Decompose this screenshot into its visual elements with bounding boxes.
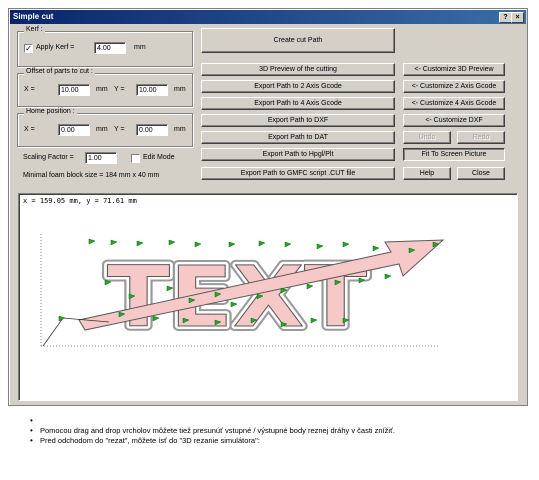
export-4axis-gcode-button[interactable]: Export Path to 4 Axis Gcode xyxy=(201,97,395,110)
note-drag-drop: Pomocou drag and drop vrcholov môžete ti… xyxy=(30,426,395,436)
close-title-button[interactable]: × xyxy=(511,12,524,23)
export-dat-button[interactable]: Export Path to DAT xyxy=(201,131,395,144)
direction-marker[interactable] xyxy=(88,238,96,245)
scaling-factor-field[interactable]: 1.00 xyxy=(85,152,117,164)
direction-marker[interactable] xyxy=(284,241,292,248)
edit-mode-label: Edit Mode xyxy=(143,154,175,161)
kerf-value-field[interactable]: 4.00 xyxy=(94,42,126,54)
note-simulator: Pred odchodom do "rezat", môžete ísť do … xyxy=(30,436,395,446)
notes-list: Pomocou drag and drop vrcholov môžete ti… xyxy=(30,416,395,446)
close-button[interactable]: Close xyxy=(457,167,505,180)
3d-preview-button[interactable]: 3D Preview of the cutting xyxy=(201,63,395,76)
home-y-unit: mm xyxy=(174,126,186,133)
undo-button[interactable]: Undo xyxy=(403,131,451,144)
home-y-label: Y = xyxy=(114,126,125,133)
direction-marker[interactable] xyxy=(342,241,350,248)
direction-marker[interactable] xyxy=(58,315,66,322)
home-y-field[interactable]: 0.00 xyxy=(136,124,168,136)
redo-button[interactable]: Redo xyxy=(457,131,505,144)
direction-marker[interactable] xyxy=(168,239,176,246)
direction-marker[interactable] xyxy=(136,240,144,247)
direction-marker[interactable] xyxy=(194,241,202,248)
offset-y-field[interactable]: 10.00 xyxy=(136,84,168,96)
customize-3d-preview-button[interactable]: <- Customize 3D Preview xyxy=(403,63,505,76)
customize-4axis-gcode-button[interactable]: <- Customize 4 Axis Gcode xyxy=(403,97,505,110)
home-x-field[interactable]: 0.00 xyxy=(58,124,90,136)
offset-y-unit: mm xyxy=(174,86,186,93)
customize-dxf-button[interactable]: <- Customize DXF xyxy=(403,114,505,127)
fit-to-screen-button[interactable]: Fit To Screen Picture xyxy=(403,148,505,161)
kerf-group: Kerf : ✓ Apply Kerf = 4.00 mm xyxy=(17,26,193,67)
kerf-unit: mm xyxy=(134,44,146,51)
direction-marker[interactable] xyxy=(384,273,392,280)
offset-x-label: X = xyxy=(24,86,35,93)
direction-marker[interactable] xyxy=(228,241,236,248)
export-dxf-button[interactable]: Export Path to DXF xyxy=(201,114,395,127)
edit-mode-checkbox[interactable] xyxy=(131,154,140,163)
home-group-title: Home position : xyxy=(24,108,77,115)
home-position-group: Home position : X = 0.00 mm Y = 0.00 mm xyxy=(17,108,193,147)
direction-marker[interactable] xyxy=(258,240,266,247)
customize-2axis-gcode-button[interactable]: <- Customize 2 Axis Gcode xyxy=(403,80,505,93)
title-bar: Simple cut ? × xyxy=(10,10,526,24)
note-empty xyxy=(30,416,395,426)
export-gmfc-button[interactable]: Export Path to GMFC script .CUT file xyxy=(201,167,395,180)
simple-cut-window: Simple cut ? × Kerf : ✓ Apply Kerf = 4.0… xyxy=(8,8,528,406)
help-button[interactable]: Help xyxy=(403,167,451,180)
cut-path-drawing[interactable]: TEXT TEXT TEXT xyxy=(19,194,517,400)
apply-kerf-label: Apply Kerf = xyxy=(36,44,75,51)
home-x-unit: mm xyxy=(96,126,108,133)
offset-x-unit: mm xyxy=(96,86,108,93)
window-title: Simple cut xyxy=(13,12,54,21)
offset-y-label: Y = xyxy=(114,86,125,93)
kerf-group-title: Kerf : xyxy=(24,26,45,33)
offset-group: Offset of parts to cut : X = 10.00 mm Y … xyxy=(17,68,193,107)
foam-block-info: Minimal foam block size = 184 mm x 40 mm xyxy=(23,172,160,179)
offset-x-field[interactable]: 10.00 xyxy=(58,84,90,96)
export-2axis-gcode-button[interactable]: Export Path to 2 Axis Gcode xyxy=(201,80,395,93)
home-x-label: X = xyxy=(24,126,35,133)
export-hpgl-button[interactable]: Export Path to Hpgl/Plt xyxy=(201,148,395,161)
apply-kerf-checkbox[interactable]: ✓ xyxy=(24,44,33,53)
direction-marker[interactable] xyxy=(372,245,380,252)
cut-path-canvas[interactable]: x = 159.05 mm, y = 71.61 mm TEXT TEXT TE… xyxy=(18,193,518,401)
scaling-factor-label: Scaling Factor = xyxy=(23,154,74,161)
offset-group-title: Offset of parts to cut : xyxy=(24,68,95,75)
direction-marker[interactable] xyxy=(110,239,118,246)
create-cut-path-button[interactable]: Create cut Path xyxy=(201,28,395,53)
